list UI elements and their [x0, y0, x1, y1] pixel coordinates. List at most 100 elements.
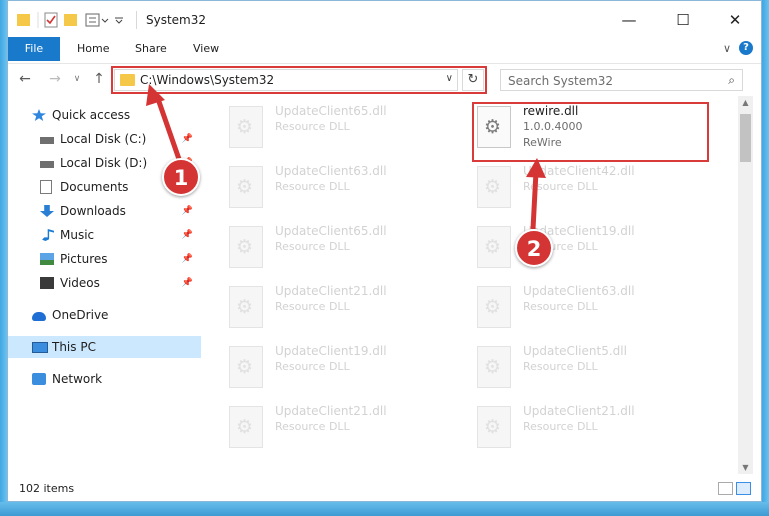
drive-icon [40, 161, 54, 168]
address-row: ← → ∨ ↑ C:\Windows\System32 ∨ ↻ Search S… [8, 63, 761, 96]
maximize-button[interactable]: ☐ [661, 7, 705, 33]
scroll-down-icon[interactable]: ▼ [738, 463, 753, 472]
file-tile[interactable]: ⚙ UpdateClient21.dll Resource DLL [215, 278, 447, 334]
picture-icon [40, 253, 54, 265]
address-highlight-box [111, 66, 487, 94]
close-button[interactable]: ✕ [713, 7, 757, 33]
dll-file-icon: ⚙ [229, 166, 263, 208]
expand-ribbon-icon[interactable]: ∨ [723, 42, 731, 55]
minimize-button[interactable]: — [607, 7, 651, 33]
file-description: Resource DLL [275, 180, 350, 193]
view-switcher [718, 482, 751, 495]
recent-locations-icon[interactable]: ∨ [68, 70, 86, 88]
file-tile[interactable]: ⚙ UpdateClient19.dll Resource DLL [463, 218, 695, 274]
file-tile[interactable]: ⚙ UpdateClient65.dll Resource DLL [215, 218, 447, 274]
cloud-icon [32, 311, 46, 321]
window-edge-bottom [0, 502, 769, 516]
sidebar-item-quick-access[interactable]: Quick access [8, 104, 201, 126]
sidebar-item-label: This PC [52, 340, 96, 354]
pin-icon[interactable]: 📌 [182, 206, 193, 216]
file-name: UpdateClient21.dll [275, 284, 387, 298]
dll-file-icon: ⚙ [477, 226, 511, 268]
file-description: Resource DLL [275, 360, 350, 373]
sidebar-item-label: Quick access [52, 108, 131, 122]
pin-icon[interactable]: 📌 [182, 278, 193, 288]
sidebar-item-label: Music [60, 228, 95, 242]
navigation-pane: Quick access Local Disk (C:) 📌 Local Disk (… [8, 96, 201, 474]
search-placeholder: Search System32 [508, 74, 614, 88]
tab-view[interactable]: View [183, 37, 229, 61]
tiles-view-icon[interactable] [736, 482, 751, 495]
vertical-scrollbar[interactable]: ▲ ▼ [738, 96, 753, 474]
properties-icon[interactable] [44, 12, 58, 28]
gear-icon: ⚙ [484, 356, 502, 378]
forward-arrow-icon[interactable]: → [46, 70, 64, 88]
quick-access-icons [17, 12, 123, 28]
up-arrow-icon[interactable]: ↑ [90, 70, 108, 88]
explorer-window: System32 — ☐ ✕ File Home Share View ∨ ? … [7, 0, 762, 502]
sidebar-item-downloads[interactable]: Downloads 📌 [8, 200, 201, 222]
network-icon [32, 373, 46, 385]
new-folder-icon[interactable] [64, 14, 77, 26]
tab-home[interactable]: Home [67, 37, 119, 61]
ribbon: File Home Share View ∨ ? [8, 37, 761, 63]
pin-icon[interactable]: 📌 [182, 230, 193, 240]
video-icon [40, 277, 54, 289]
view-options-icon[interactable] [85, 13, 100, 27]
download-icon [40, 205, 54, 217]
quick-access-toolbar [16, 11, 134, 29]
file-tile[interactable]: ⚙ UpdateClient5.dll Resource DLL [463, 338, 695, 394]
sidebar-item-local-disk-c[interactable]: Local Disk (C:) 📌 [8, 128, 201, 150]
dll-file-icon: ⚙ [229, 346, 263, 388]
chevron-down-icon[interactable] [101, 18, 109, 23]
dll-file-icon: ⚙ [229, 406, 263, 448]
customize-toolbar-icon[interactable] [115, 17, 123, 24]
dll-file-icon: ⚙ [229, 226, 263, 268]
sidebar-item-music[interactable]: Music 📌 [8, 224, 201, 246]
window-edge-left [0, 0, 7, 516]
file-tile[interactable]: ⚙ UpdateClient65.dll Resource DLL [215, 98, 447, 154]
file-tile[interactable]: ⚙ UpdateClient42.dll Resource DLL [463, 158, 695, 214]
folder-icon[interactable] [17, 14, 30, 26]
file-tile[interactable]: ⚙ UpdateClient63.dll Resource DLL [215, 158, 447, 214]
details-view-icon[interactable] [718, 482, 733, 495]
sidebar-item-pictures[interactable]: Pictures 📌 [8, 248, 201, 270]
scroll-up-icon[interactable]: ▲ [738, 98, 753, 107]
gear-icon: ⚙ [236, 176, 254, 198]
sidebar-item-videos[interactable]: Videos 📌 [8, 272, 201, 294]
gear-icon: ⚙ [484, 296, 502, 318]
sidebar-item-onedrive[interactable]: OneDrive [8, 304, 201, 326]
file-highlight-box [472, 102, 709, 162]
status-bar: 102 items [8, 478, 761, 500]
file-description: Resource DLL [523, 420, 598, 433]
file-tile[interactable]: ⚙ UpdateClient19.dll Resource DLL [215, 338, 447, 394]
file-name: UpdateClient21.dll [523, 404, 635, 418]
file-description: Resource DLL [275, 240, 350, 253]
help-icon[interactable]: ? [739, 41, 753, 55]
title-separator [136, 11, 137, 29]
file-tile[interactable]: ⚙ UpdateClient21.dll Resource DLL [463, 398, 695, 454]
back-arrow-icon[interactable]: ← [16, 70, 34, 88]
tab-file[interactable]: File [8, 37, 60, 61]
pin-icon[interactable]: 📌 [182, 134, 193, 144]
tab-share[interactable]: Share [125, 37, 177, 61]
window-edge-right [762, 0, 769, 516]
gear-icon: ⚙ [236, 236, 254, 258]
file-tile[interactable]: ⚙ UpdateClient21.dll Resource DLL [215, 398, 447, 454]
file-name: UpdateClient5.dll [523, 344, 627, 358]
sidebar-item-this-pc[interactable]: This PC [8, 336, 201, 358]
search-input[interactable]: Search System32 ⌕ [500, 69, 743, 91]
scrollbar-thumb[interactable] [740, 114, 751, 162]
gear-icon: ⚙ [236, 116, 254, 138]
sidebar-item-network[interactable]: Network [8, 368, 201, 390]
dll-file-icon: ⚙ [229, 106, 263, 148]
music-icon [42, 229, 54, 241]
file-tile[interactable]: ⚙ UpdateClient63.dll Resource DLL [463, 278, 695, 334]
search-icon[interactable]: ⌕ [728, 73, 735, 88]
pin-icon[interactable]: 📌 [182, 254, 193, 264]
annotation-badge-2: 2 [515, 229, 553, 267]
file-description: Resource DLL [275, 420, 350, 433]
sidebar-item-label: Local Disk (D:) [60, 156, 148, 170]
star-icon [32, 109, 46, 121]
dll-file-icon: ⚙ [477, 166, 511, 208]
